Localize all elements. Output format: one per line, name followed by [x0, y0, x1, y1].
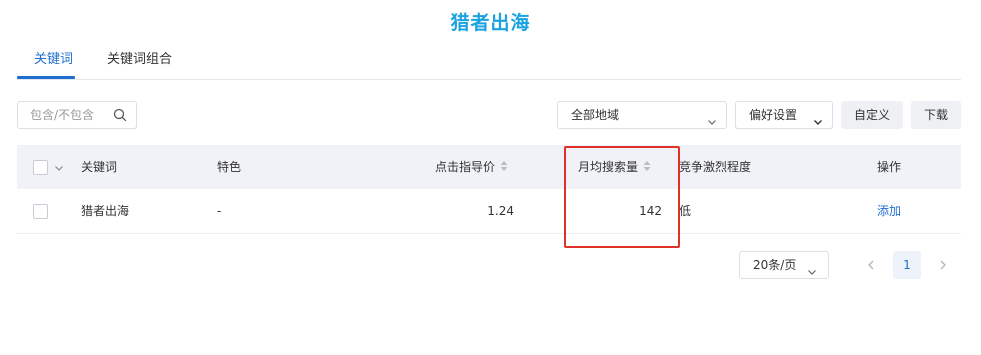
header-monthly-searches[interactable]: 月均搜索量 — [578, 145, 651, 190]
tab-keyword-combos[interactable]: 关键词组合 — [107, 48, 172, 67]
search-icon[interactable] — [113, 108, 127, 125]
page-number-current[interactable]: 1 — [893, 251, 921, 279]
search-input[interactable] — [18, 102, 108, 128]
sort-icon[interactable] — [500, 146, 508, 190]
cell-competition: 低 — [679, 204, 692, 218]
header-feature: 特色 — [217, 160, 242, 174]
page-size-value: 20条/页 — [753, 258, 797, 272]
chevron-down-icon — [707, 110, 717, 136]
table-header: 关键词 特色 点击指导价 月均搜索量 竞争激烈程度 操作 — [17, 145, 961, 189]
header-suggested-bid[interactable]: 点击指导价 — [435, 145, 508, 190]
cell-suggested-bid: 1.24 — [487, 204, 514, 218]
header-suggested-bid-label: 点击指导价 — [435, 160, 496, 174]
page-size-select[interactable]: 20条/页 — [739, 251, 829, 279]
chevron-down-icon — [807, 260, 817, 286]
preferences-dropdown[interactable]: 偏好设置 — [735, 101, 833, 129]
cell-monthly-searches: 142 — [639, 204, 662, 218]
row-checkbox[interactable] — [33, 204, 48, 219]
next-page-icon[interactable] — [938, 256, 948, 277]
active-tab-indicator — [17, 76, 75, 79]
tab-bar: 关键词 关键词组合 — [17, 46, 961, 80]
search-box — [17, 101, 137, 129]
region-select-value: 全部地域 — [571, 108, 620, 122]
preferences-label: 偏好设置 — [749, 108, 798, 122]
header-competition: 竞争激烈程度 — [679, 160, 752, 174]
region-select[interactable]: 全部地域 — [557, 101, 727, 129]
header-action: 操作 — [877, 160, 902, 174]
chevron-down-icon[interactable] — [54, 162, 64, 176]
chevron-down-icon — [813, 110, 823, 136]
page-title: 猎者出海 — [450, 12, 531, 34]
sort-icon[interactable] — [643, 146, 651, 190]
header-monthly-searches-label: 月均搜索量 — [578, 160, 639, 174]
download-button[interactable]: 下载 — [911, 101, 961, 129]
prev-page-icon[interactable] — [866, 256, 876, 277]
customize-button[interactable]: 自定义 — [841, 101, 903, 129]
cell-keyword: 猎者出海 — [81, 204, 130, 218]
tab-keywords[interactable]: 关键词 — [34, 48, 73, 67]
add-keyword-link[interactable]: 添加 — [877, 189, 901, 233]
header-keyword: 关键词 — [81, 160, 118, 174]
keyword-table: 关键词 特色 点击指导价 月均搜索量 竞争激烈程度 操作 猎者出海 - 1.24… — [17, 145, 961, 234]
table-row: 猎者出海 - 1.24 142 低 添加 — [17, 189, 961, 234]
select-all-checkbox[interactable] — [33, 160, 48, 175]
cell-feature: - — [217, 204, 222, 218]
